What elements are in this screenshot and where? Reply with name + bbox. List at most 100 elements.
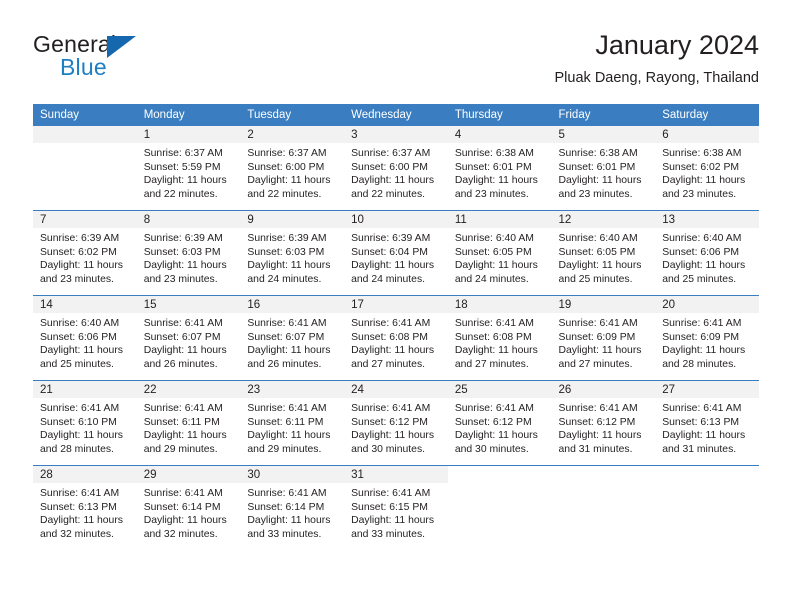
sunrise-text: Sunrise: 6:39 AM	[40, 233, 120, 244]
calendar-day-cell[interactable]: 9 Sunrise: 6:39 AM Sunset: 6:03 PM Daylight…	[240, 210, 345, 296]
calendar-day-cell[interactable]: 25 Sunrise: 6:41 AM Sunset: 6:12 PM Dayligh…	[447, 380, 552, 466]
sunset-text: Sunset: 6:06 PM	[40, 331, 117, 343]
calendar-day-cell[interactable]: 4 Sunrise: 6:38 AM Sunset: 6:01 PM Daylight…	[447, 126, 552, 211]
calendar-day-cell[interactable]: 16 Sunrise: 6:41 AM Sunset: 6:07 PM Dayligh…	[240, 295, 345, 381]
daylight-text-line1: Daylight: 11 hours	[351, 430, 435, 442]
sunset-text: Sunset: 6:07 PM	[143, 331, 221, 343]
calendar-day-cell[interactable]	[551, 465, 656, 550]
calendar-day-cell[interactable]: 18 Sunrise: 6:41 AM Sunset: 6:08 PM Dayligh…	[447, 295, 552, 381]
day-details	[33, 143, 137, 147]
calendar-body: 1 Sunrise: 6:37 AM Sunset: 5:59 PM Daylight…	[33, 126, 759, 550]
daylight-text-line2: and 31 minutes.	[662, 443, 737, 455]
daylight-text-line2: and 24 minutes.	[454, 273, 529, 285]
sunset-text: Sunset: 6:12 PM	[454, 416, 532, 428]
daylight-text-line2: and 26 minutes.	[143, 358, 218, 370]
calendar-day-cell[interactable]: 21 Sunrise: 6:41 AM Sunset: 6:10 PM Dayligh…	[33, 380, 137, 466]
calendar-day-cell[interactable]	[33, 126, 137, 211]
day-number: 25	[447, 381, 552, 398]
day-number: 7	[33, 211, 137, 228]
day-details: Sunrise: 6:41 AM Sunset: 6:14 PM Daylight:…	[137, 483, 241, 541]
logo-text-blue: Blue	[60, 54, 107, 80]
calendar-page: General Blue January 2024 Pluak Daeng, R…	[0, 0, 792, 612]
day-details: Sunrise: 6:41 AM Sunset: 6:11 PM Daylight:…	[137, 398, 241, 456]
sunrise-text: Sunrise: 6:39 AM	[143, 233, 223, 244]
daylight-text-line1: Daylight: 11 hours	[143, 430, 227, 442]
day-details: Sunrise: 6:37 AM Sunset: 5:59 PM Daylight:…	[137, 143, 241, 201]
day-details: Sunrise: 6:41 AM Sunset: 6:07 PM Daylight:…	[240, 313, 344, 371]
daylight-text-line1: Daylight: 11 hours	[247, 430, 331, 442]
day-number: 2	[240, 126, 345, 143]
sunrise-text: Sunrise: 6:41 AM	[558, 403, 638, 414]
daylight-text-line2: and 22 minutes.	[143, 188, 218, 200]
day-number: 5	[551, 126, 656, 143]
calendar-day-cell[interactable]: 12 Sunrise: 6:40 AM Sunset: 6:05 PM Dayligh…	[551, 210, 656, 296]
sunset-text: Sunset: 6:01 PM	[558, 161, 636, 173]
calendar-day-cell[interactable]: 19 Sunrise: 6:41 AM Sunset: 6:09 PM Dayligh…	[551, 295, 656, 381]
calendar-day-cell[interactable]: 22 Sunrise: 6:41 AM Sunset: 6:11 PM Dayligh…	[136, 380, 241, 466]
calendar-day-cell[interactable]: 1 Sunrise: 6:37 AM Sunset: 5:59 PM Daylight…	[136, 126, 241, 211]
calendar-day-cell[interactable]: 13 Sunrise: 6:40 AM Sunset: 6:06 PM Dayligh…	[655, 210, 759, 296]
sunrise-text: Sunrise: 6:41 AM	[247, 403, 327, 414]
calendar-day-cell[interactable]: 29 Sunrise: 6:41 AM Sunset: 6:14 PM Dayligh…	[136, 465, 241, 550]
calendar-day-cell[interactable]: 14 Sunrise: 6:40 AM Sunset: 6:06 PM Dayligh…	[33, 295, 137, 381]
calendar-day-cell[interactable]: 3 Sunrise: 6:37 AM Sunset: 6:00 PM Daylight…	[344, 126, 448, 211]
daylight-text-line2: and 23 minutes.	[662, 188, 737, 200]
sunset-text: Sunset: 6:14 PM	[247, 501, 325, 513]
day-number: 22	[136, 381, 241, 398]
calendar-day-cell[interactable]: 23 Sunrise: 6:41 AM Sunset: 6:11 PM Dayligh…	[240, 380, 345, 466]
day-details	[552, 483, 656, 487]
weekday-header-wednesday: Wednesday	[344, 104, 448, 126]
weekday-header-row: Sunday Monday Tuesday Wednesday Thursday…	[33, 104, 759, 126]
calendar-day-cell[interactable]: 27 Sunrise: 6:41 AM Sunset: 6:13 PM Dayligh…	[655, 380, 759, 466]
day-details: Sunrise: 6:41 AM Sunset: 6:09 PM Daylight:…	[552, 313, 656, 371]
sunrise-text: Sunrise: 6:41 AM	[662, 318, 742, 329]
sunrise-text: Sunrise: 6:39 AM	[247, 233, 327, 244]
calendar-day-cell[interactable]: 2 Sunrise: 6:37 AM Sunset: 6:00 PM Daylight…	[240, 126, 345, 211]
sunrise-text: Sunrise: 6:37 AM	[143, 148, 223, 159]
day-number: 31	[344, 466, 448, 483]
calendar-day-cell[interactable]: 11 Sunrise: 6:40 AM Sunset: 6:05 PM Dayligh…	[447, 210, 552, 296]
calendar-day-cell[interactable]	[447, 465, 552, 550]
daylight-text-line2: and 27 minutes.	[351, 358, 426, 370]
calendar-day-cell[interactable]: 10 Sunrise: 6:39 AM Sunset: 6:04 PM Dayligh…	[344, 210, 448, 296]
calendar-day-cell[interactable]: 31 Sunrise: 6:41 AM Sunset: 6:15 PM Dayligh…	[344, 465, 448, 550]
daylight-text-line1: Daylight: 11 hours	[247, 175, 331, 187]
generalblue-logo[interactable]: General Blue	[33, 32, 233, 88]
calendar-day-cell[interactable]: 5 Sunrise: 6:38 AM Sunset: 6:01 PM Daylight…	[551, 126, 656, 211]
daylight-text-line2: and 22 minutes.	[247, 188, 322, 200]
calendar-day-cell[interactable]: 26 Sunrise: 6:41 AM Sunset: 6:12 PM Dayligh…	[551, 380, 656, 466]
day-details: Sunrise: 6:41 AM Sunset: 6:11 PM Daylight:…	[240, 398, 344, 456]
calendar-day-cell[interactable]: 28 Sunrise: 6:41 AM Sunset: 6:13 PM Dayligh…	[33, 465, 137, 550]
day-number: 24	[344, 381, 448, 398]
day-details: Sunrise: 6:38 AM Sunset: 6:01 PM Daylight:…	[552, 143, 656, 201]
day-number: 13	[655, 211, 759, 228]
calendar-day-cell[interactable]: 17 Sunrise: 6:41 AM Sunset: 6:08 PM Dayligh…	[344, 295, 448, 381]
sunset-text: Sunset: 6:12 PM	[351, 416, 428, 428]
sunset-text: Sunset: 6:00 PM	[351, 161, 428, 173]
daylight-text-line1: Daylight: 11 hours	[143, 260, 227, 272]
day-details: Sunrise: 6:41 AM Sunset: 6:09 PM Daylight:…	[655, 313, 759, 371]
calendar-day-cell[interactable]: 20 Sunrise: 6:41 AM Sunset: 6:09 PM Dayligh…	[655, 295, 759, 381]
day-details: Sunrise: 6:37 AM Sunset: 6:00 PM Daylight:…	[344, 143, 448, 201]
sunset-text: Sunset: 6:09 PM	[662, 331, 740, 343]
day-number	[33, 126, 137, 143]
sunrise-text: Sunrise: 6:41 AM	[351, 318, 431, 329]
calendar-day-cell[interactable]: 7 Sunrise: 6:39 AM Sunset: 6:02 PM Daylight…	[33, 210, 137, 296]
calendar-day-cell[interactable]: 15 Sunrise: 6:41 AM Sunset: 6:07 PM Dayligh…	[136, 295, 241, 381]
sunrise-text: Sunrise: 6:41 AM	[247, 488, 327, 499]
calendar-day-cell[interactable]: 30 Sunrise: 6:41 AM Sunset: 6:14 PM Dayligh…	[240, 465, 345, 550]
page-title: January 2024	[595, 30, 759, 60]
sunset-text: Sunset: 6:13 PM	[662, 416, 740, 428]
sunrise-text: Sunrise: 6:39 AM	[351, 233, 431, 244]
daylight-text-line2: and 32 minutes.	[143, 528, 218, 540]
day-number: 11	[447, 211, 552, 228]
calendar-day-cell[interactable]: 8 Sunrise: 6:39 AM Sunset: 6:03 PM Daylight…	[136, 210, 241, 296]
daylight-text-line2: and 33 minutes.	[247, 528, 322, 540]
daylight-text-line2: and 25 minutes.	[40, 358, 114, 370]
daylight-text-line1: Daylight: 11 hours	[454, 345, 538, 357]
calendar-day-cell[interactable]: 6 Sunrise: 6:38 AM Sunset: 6:02 PM Daylight…	[655, 126, 759, 211]
calendar-day-cell[interactable]: 24 Sunrise: 6:41 AM Sunset: 6:12 PM Dayligh…	[344, 380, 448, 466]
daylight-text-line1: Daylight: 11 hours	[558, 175, 642, 187]
daylight-text-line1: Daylight: 11 hours	[454, 430, 538, 442]
calendar-day-cell[interactable]	[655, 465, 759, 550]
